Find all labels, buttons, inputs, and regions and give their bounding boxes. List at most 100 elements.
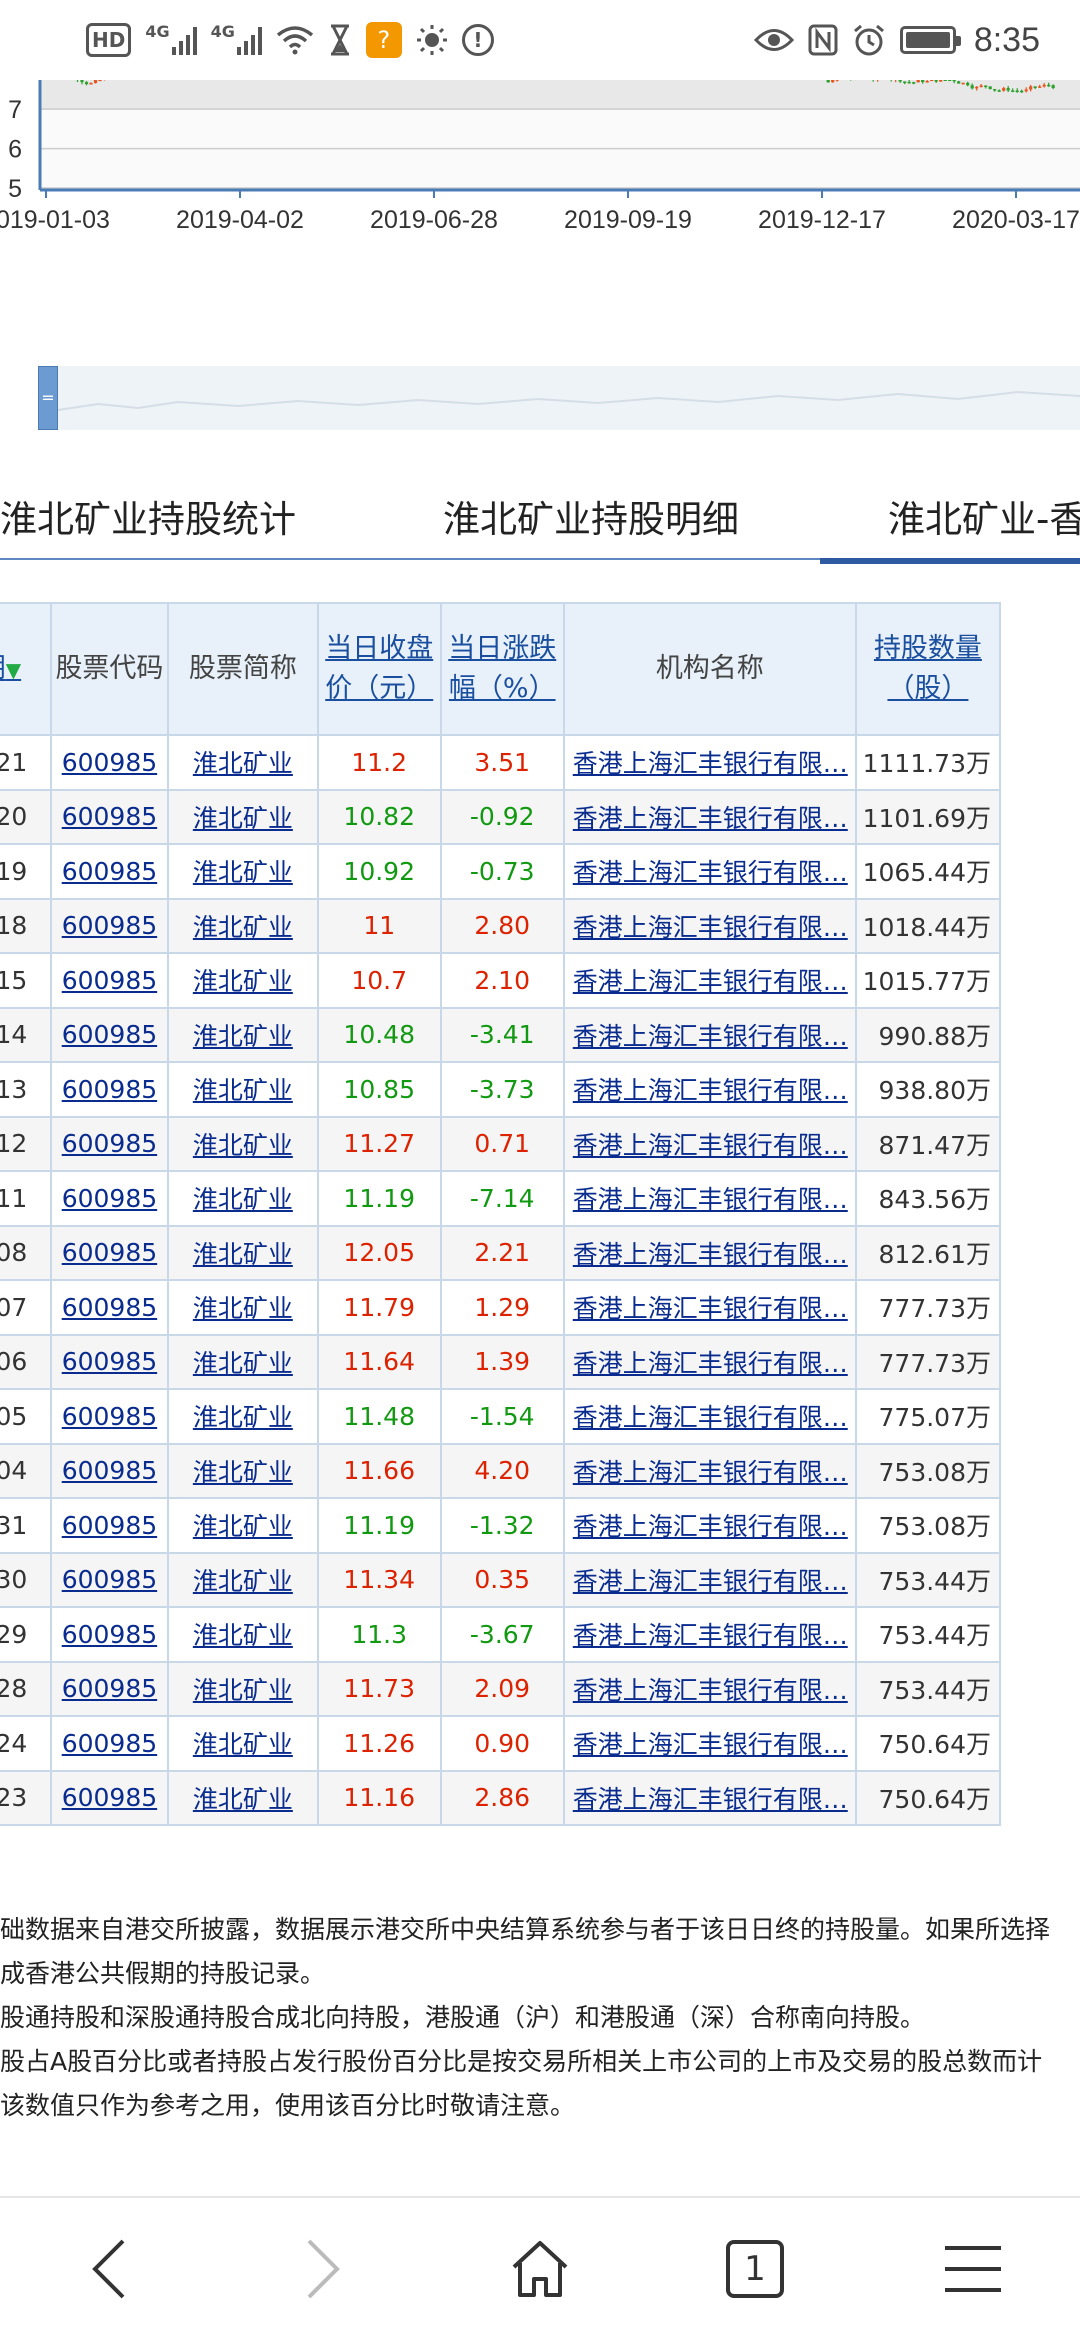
header-change-line1: 当日涨跌 <box>448 633 557 664</box>
cell-stock-code-link[interactable]: 600985 <box>49 1497 170 1554</box>
eye-icon <box>753 20 794 60</box>
candle-body <box>89 82 93 85</box>
home-button[interactable] <box>495 2224 585 2314</box>
cell-stock-name-link[interactable]: 淮北矿业 <box>167 1170 319 1227</box>
table-row: -12-31600985淮北矿业11.19-1.32香港上海汇丰银行有限…753… <box>0 1497 1002 1554</box>
header-quantity[interactable]: 持股数量 （股） <box>854 602 1002 736</box>
zoom-left-handle[interactable]: = <box>38 366 58 430</box>
cell-institution-link[interactable]: 香港上海汇丰银行有限… <box>562 1551 857 1608</box>
table-row: -12-23600985淮北矿业11.162.86香港上海汇丰银行有限…750.… <box>0 1769 1002 1826</box>
cell-stock-code-link[interactable]: 600985 <box>49 1006 170 1063</box>
chart-zoom-slider[interactable]: = <box>38 366 1080 430</box>
cell-institution-link[interactable]: 香港上海汇丰银行有限… <box>562 1388 857 1445</box>
cell-institution-link[interactable]: 香港上海汇丰银行有限… <box>562 952 857 1009</box>
cell-institution-link[interactable]: 香港上海汇丰银行有限… <box>562 1769 857 1826</box>
cell-stock-name-link[interactable]: 淮北矿业 <box>167 1497 319 1554</box>
cell-institution-link[interactable]: 香港上海汇丰银行有限… <box>562 1006 857 1063</box>
candle-body <box>903 81 907 84</box>
tabs-button[interactable]: 1 <box>710 2224 800 2314</box>
cell-institution-link[interactable]: 香港上海汇丰银行有限… <box>562 1061 857 1118</box>
cell-stock-code-link[interactable]: 600985 <box>49 897 170 954</box>
holding-table-container[interactable]: 日期▼ 股票代码 股票简称 当日收盘价（元） 当日涨跌幅（%） 机构名称 持股数… <box>0 602 1080 1826</box>
cell-institution-link[interactable]: 香港上海汇丰银行有限… <box>562 1170 857 1227</box>
cell-stock-code-link[interactable]: 600985 <box>49 1279 170 1336</box>
cell-stock-code-link[interactable]: 600985 <box>49 1660 170 1717</box>
alarm-icon <box>852 20 886 60</box>
candle-body <box>1020 90 1024 93</box>
cell-date: -01-14 <box>0 1006 52 1063</box>
cell-stock-code-link[interactable]: 600985 <box>49 1551 170 1608</box>
cell-quantity: 1065.44万 <box>854 843 1002 900</box>
cell-stock-name-link[interactable]: 淮北矿业 <box>167 734 319 791</box>
tab-holding-stats[interactable]: 淮北矿业持股统计 <box>0 480 296 560</box>
cell-close-price: 11.19 <box>316 1497 442 1554</box>
forward-button[interactable] <box>278 2224 368 2314</box>
cell-stock-code-link[interactable]: 600985 <box>49 1606 170 1663</box>
cell-institution-link[interactable]: 香港上海汇丰银行有限… <box>562 1442 857 1499</box>
cell-stock-name-link[interactable]: 淮北矿业 <box>167 1660 319 1717</box>
cell-institution-link[interactable]: 香港上海汇丰银行有限… <box>562 1279 857 1336</box>
cell-date: -12-28 <box>0 1660 52 1717</box>
cell-institution-link[interactable]: 香港上海汇丰银行有限… <box>562 1660 857 1717</box>
candle-body <box>975 86 979 89</box>
cell-stock-name-link[interactable]: 淮北矿业 <box>167 1388 319 1445</box>
cell-stock-code-link[interactable]: 600985 <box>49 1442 170 1499</box>
cell-quantity: 843.56万 <box>854 1170 1002 1227</box>
cell-stock-code-link[interactable]: 600985 <box>49 1333 170 1390</box>
cell-institution-link[interactable]: 香港上海汇丰银行有限… <box>562 1497 857 1554</box>
menu-button[interactable] <box>928 2224 1018 2314</box>
cell-institution-link[interactable]: 香港上海汇丰银行有限… <box>562 1333 857 1390</box>
cell-date: -01-12 <box>0 1115 52 1172</box>
tab-hk-institution[interactable]: 淮北矿业-香 <box>819 480 1080 564</box>
cell-stock-code-link[interactable]: 600985 <box>49 1769 170 1826</box>
cell-stock-name-link[interactable]: 淮北矿业 <box>167 1006 319 1063</box>
cell-stock-code-link[interactable]: 600985 <box>49 1170 170 1227</box>
cell-close-price: 11.73 <box>316 1660 442 1717</box>
cell-stock-code-link[interactable]: 600985 <box>49 788 170 845</box>
cell-institution-link[interactable]: 香港上海汇丰银行有限… <box>562 1606 857 1663</box>
disclaimer-notes: 础数据来自港交所披露，数据展示港交所中央结算系统参与者于该日日终的持股量。如果所… <box>0 1908 1080 2128</box>
cell-stock-name-link[interactable]: 淮北矿业 <box>167 1606 319 1663</box>
cell-stock-name-link[interactable]: 淮北矿业 <box>167 843 319 900</box>
price-chart[interactable]: 87652019-01-032019-04-022019-06-282019-0… <box>0 57 1080 360</box>
cell-stock-code-link[interactable]: 600985 <box>49 1715 170 1772</box>
cell-institution-link[interactable]: 香港上海汇丰银行有限… <box>562 1224 857 1281</box>
cell-institution-link[interactable]: 香港上海汇丰银行有限… <box>562 1115 857 1172</box>
cell-institution-link[interactable]: 香港上海汇丰银行有限… <box>562 788 857 845</box>
cell-stock-code-link[interactable]: 600985 <box>49 734 170 791</box>
cell-stock-code-link[interactable]: 600985 <box>49 1224 170 1281</box>
cell-stock-name-link[interactable]: 淮北矿业 <box>167 1442 319 1499</box>
tab-holding-detail[interactable]: 淮北矿业持股明细 <box>443 480 739 560</box>
header-date[interactable]: 日期▼ <box>0 602 52 736</box>
cell-stock-name-link[interactable]: 淮北矿业 <box>167 788 319 845</box>
price-chart-svg[interactable]: 87652019-01-032019-04-022019-06-282019-0… <box>0 57 1080 360</box>
cell-stock-code-link[interactable]: 600985 <box>49 843 170 900</box>
cell-stock-code-link[interactable]: 600985 <box>49 1388 170 1445</box>
cell-stock-name-link[interactable]: 淮北矿业 <box>167 1769 319 1826</box>
cell-stock-name-link[interactable]: 淮北矿业 <box>167 1061 319 1118</box>
cell-institution-link[interactable]: 香港上海汇丰银行有限… <box>562 1715 857 1772</box>
cell-stock-name-link[interactable]: 淮北矿业 <box>167 952 319 1009</box>
cell-stock-name-link[interactable]: 淮北矿业 <box>167 1224 319 1281</box>
cell-quantity: 990.88万 <box>854 1006 1002 1063</box>
header-change[interactable]: 当日涨跌 幅（%） <box>439 602 565 736</box>
cell-stock-name-link[interactable]: 淮北矿业 <box>167 1551 319 1608</box>
cell-stock-code-link[interactable]: 600985 <box>49 1061 170 1118</box>
cell-institution-link[interactable]: 香港上海汇丰银行有限… <box>562 843 857 900</box>
table-row: -01-19600985淮北矿业10.92-0.73香港上海汇丰银行有限…106… <box>0 843 1002 900</box>
cell-stock-code-link[interactable]: 600985 <box>49 952 170 1009</box>
cell-change-pct: -3.73 <box>439 1061 565 1118</box>
cell-stock-name-link[interactable]: 淮北矿业 <box>167 1279 319 1336</box>
cell-stock-name-link[interactable]: 淮北矿业 <box>167 1115 319 1172</box>
table-row: -01-21600985淮北矿业11.23.51香港上海汇丰银行有限…1111.… <box>0 734 1002 791</box>
cell-stock-name-link[interactable]: 淮北矿业 <box>167 897 319 954</box>
header-close-price[interactable]: 当日收盘 价（元） <box>316 602 442 736</box>
cell-institution-link[interactable]: 香港上海汇丰银行有限… <box>562 897 857 954</box>
cell-stock-name-link[interactable]: 淮北矿业 <box>167 1715 319 1772</box>
cell-stock-code-link[interactable]: 600985 <box>49 1115 170 1172</box>
cell-stock-name-link[interactable]: 淮北矿业 <box>167 1333 319 1390</box>
cell-quantity: 1101.69万 <box>854 788 1002 845</box>
cell-institution-link[interactable]: 香港上海汇丰银行有限… <box>562 734 857 791</box>
back-button[interactable] <box>64 2224 154 2314</box>
screen: HD 4G 4G ? ! 8:35 7 6 5 019-01-03 2019-0… <box>0 0 1080 2340</box>
